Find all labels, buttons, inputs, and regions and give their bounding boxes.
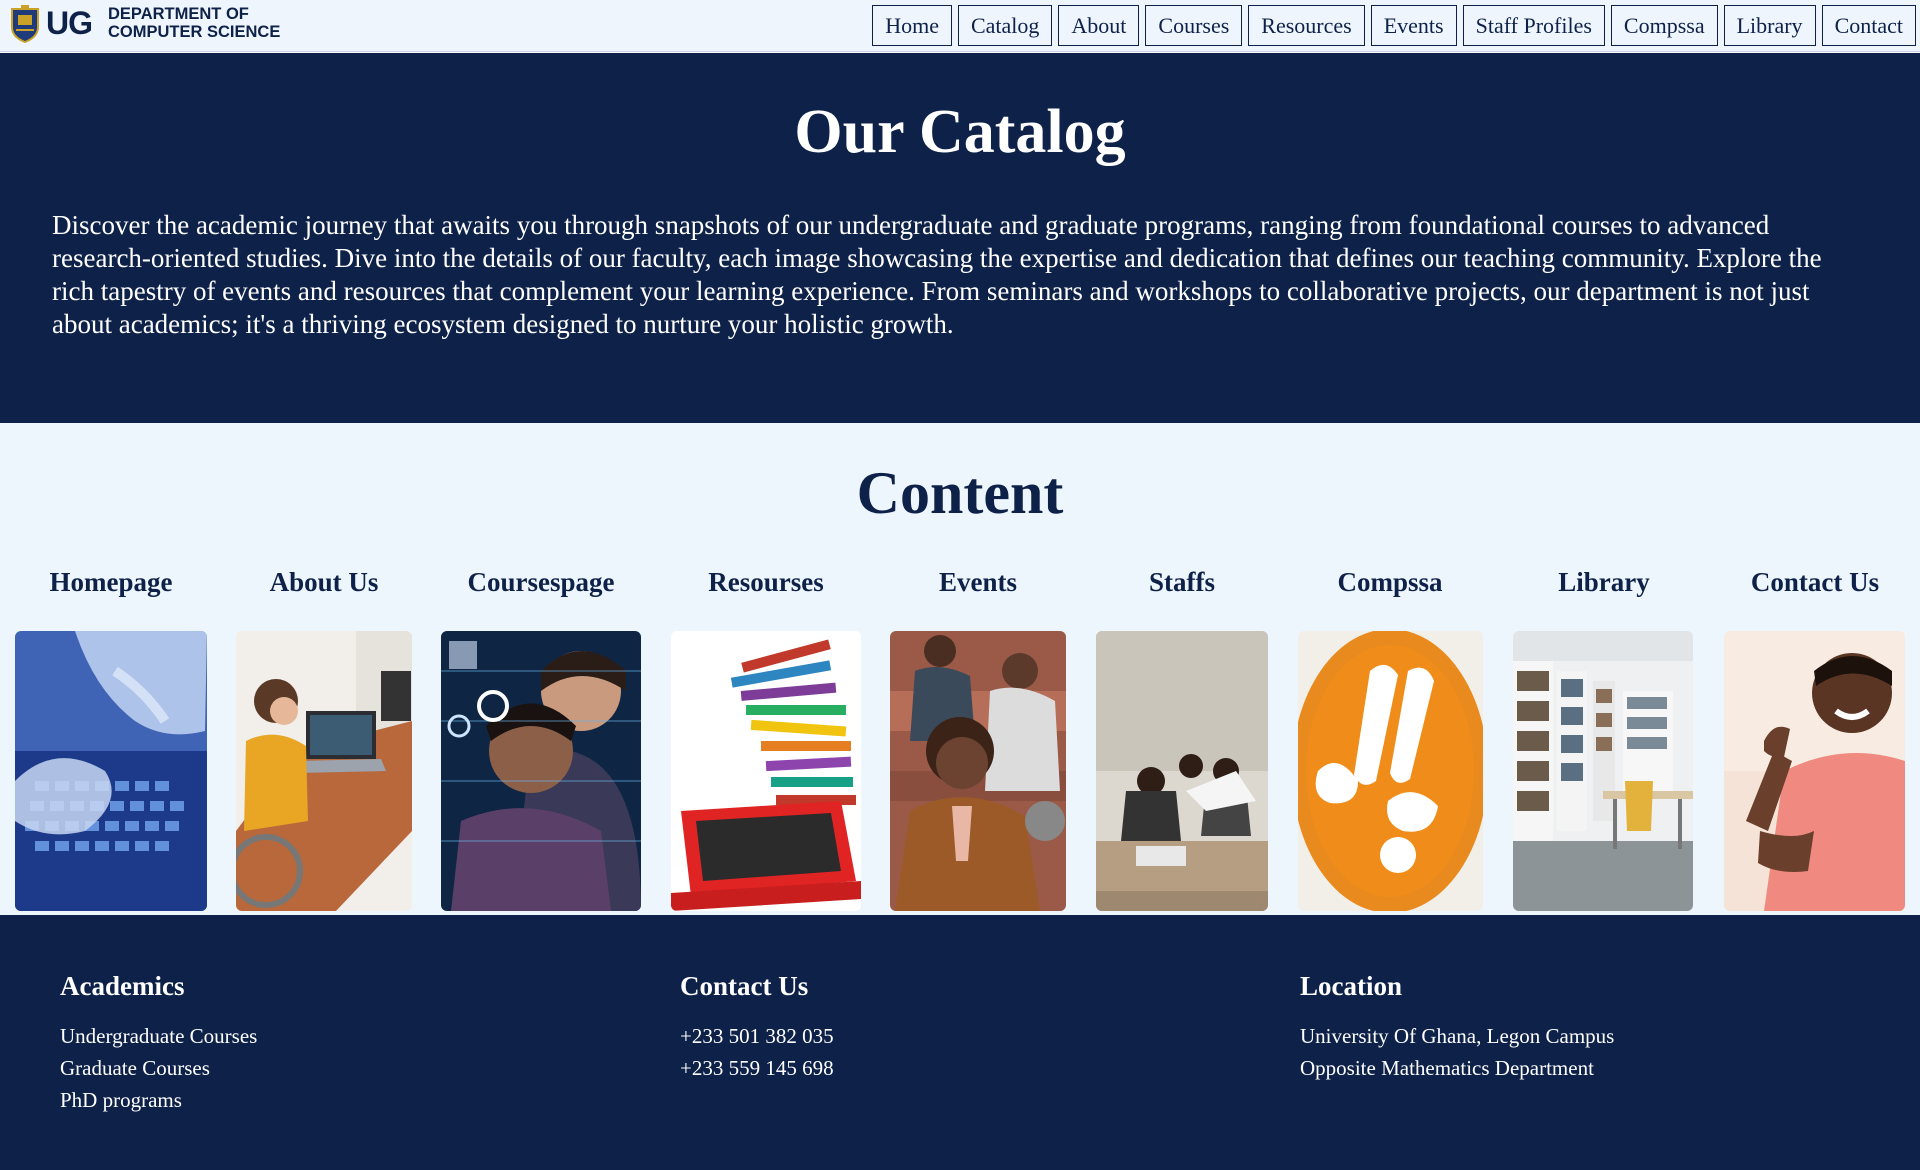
- footer-link-phd[interactable]: PhD programs: [60, 1084, 257, 1116]
- hands-typing-on-keyboard-image[interactable]: [15, 631, 207, 911]
- content-section: Content Homepage About Us Coursespage Re…: [0, 423, 1920, 915]
- main-nav: Home Catalog About Courses Resources Eve…: [872, 5, 1916, 46]
- nav-staff-profiles[interactable]: Staff Profiles: [1462, 5, 1605, 46]
- nav-contact[interactable]: Contact: [1821, 5, 1916, 46]
- card-label-contact-us[interactable]: Contact Us: [1751, 567, 1879, 598]
- classroom-with-projector-image[interactable]: [1096, 631, 1268, 911]
- logo-department-name: DEPARTMENT OF COMPUTER SCIENCE: [108, 5, 280, 41]
- nav-courses[interactable]: Courses: [1145, 5, 1243, 46]
- card-label-events[interactable]: Events: [939, 567, 1017, 598]
- footer-academics: Academics Undergraduate Courses Graduate…: [60, 971, 257, 1116]
- footer-location-title: Location: [1300, 971, 1403, 1001]
- ug-crest-icon: [10, 3, 40, 44]
- card-label-about-us[interactable]: About Us: [270, 567, 379, 598]
- man-making-call-gesture-image[interactable]: [1724, 631, 1905, 911]
- dept-line-2: COMPUTER SCIENCE: [108, 23, 281, 41]
- content-title: Content: [856, 460, 1064, 526]
- students-on-steps-image[interactable]: [890, 631, 1066, 911]
- department-logo[interactable]: UG DEPARTMENT OF COMPUTER SCIENCE: [10, 3, 280, 44]
- nav-compssa[interactable]: Compssa: [1610, 5, 1718, 46]
- footer-location-line-1: University Of Ghana, Legon Campus: [1300, 1024, 1615, 1048]
- card-label-coursespage[interactable]: Coursespage: [468, 567, 615, 598]
- compssa-orange-logo-image[interactable]: [1298, 631, 1483, 911]
- footer-location-line-2: Opposite Mathematics Department: [1300, 1056, 1594, 1080]
- students-with-code-overlay-image[interactable]: [441, 631, 641, 911]
- footer-contact-title: Contact Us: [680, 971, 809, 1001]
- page-title: Our Catalog: [794, 98, 1126, 166]
- footer-contact: Contact Us +233 501 382 035 +233 559 145…: [680, 971, 834, 1084]
- card-label-homepage[interactable]: Homepage: [50, 567, 173, 598]
- library-bookshelves-image[interactable]: [1513, 631, 1693, 911]
- footer-link-graduate[interactable]: Graduate Courses: [60, 1052, 257, 1084]
- card-label-staffs[interactable]: Staffs: [1149, 567, 1215, 598]
- footer-link-undergraduate[interactable]: Undergraduate Courses: [60, 1020, 257, 1052]
- footer-phone-1[interactable]: +233 501 382 035: [680, 1020, 834, 1052]
- footer-academics-title: Academics: [60, 971, 185, 1001]
- top-navigation-bar: UG DEPARTMENT OF COMPUTER SCIENCE Home C…: [0, 0, 1920, 52]
- nav-resources[interactable]: Resources: [1248, 5, 1365, 46]
- books-stacked-on-laptop-image[interactable]: [671, 631, 861, 911]
- footer-location: Location University Of Ghana, Legon Camp…: [1300, 971, 1614, 1084]
- nav-home[interactable]: Home: [872, 5, 952, 46]
- dept-line-1: DEPARTMENT OF: [108, 5, 249, 23]
- nav-about[interactable]: About: [1058, 5, 1140, 46]
- site-footer: Academics Undergraduate Courses Graduate…: [0, 915, 1920, 1170]
- card-label-library[interactable]: Library: [1558, 567, 1650, 598]
- nav-library[interactable]: Library: [1723, 5, 1816, 46]
- nav-events[interactable]: Events: [1370, 5, 1457, 46]
- catalog-description: Discover the academic journey that await…: [52, 210, 1822, 339]
- student-at-laptop-desk-image[interactable]: [236, 631, 412, 911]
- catalog-hero: Our Catalog Discover the academic journe…: [0, 53, 1920, 423]
- footer-phone-2[interactable]: +233 559 145 698: [680, 1052, 834, 1084]
- nav-catalog[interactable]: Catalog: [957, 5, 1053, 46]
- logo-ug-text: UG: [46, 5, 93, 41]
- card-label-compssa[interactable]: Compssa: [1337, 567, 1442, 598]
- card-label-resourses[interactable]: Resourses: [708, 567, 824, 598]
